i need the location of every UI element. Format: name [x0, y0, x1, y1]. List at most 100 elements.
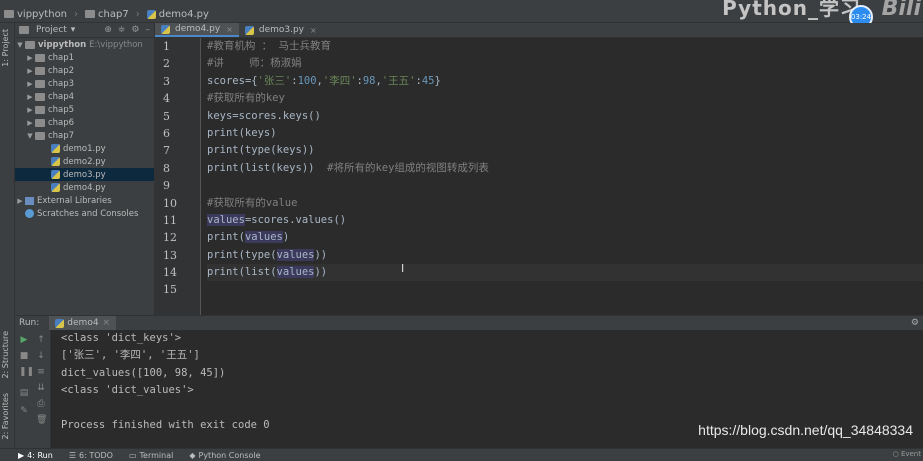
- code-editor[interactable]: 1 2 3 4 5 6 7 8 9 10 11 12 13 14 15 #教育机…: [155, 38, 923, 315]
- bottom-tab-label: Terminal: [139, 450, 174, 460]
- code-token: print(keys): [207, 126, 277, 139]
- code-line[interactable]: print(keys): [207, 125, 923, 142]
- line-number-gutter: 1 2 3 4 5 6 7 8 9 10 11 12 13 14 15: [155, 38, 201, 315]
- bottom-tab-run[interactable]: ▶ 4: Run: [18, 451, 53, 460]
- tree-folder-chap6[interactable]: ▶ chap6: [15, 116, 154, 129]
- code-line[interactable]: scores={'张三':100,'李四':98,'王五':45}: [207, 73, 923, 90]
- project-tool-tab[interactable]: 1: Project: [1, 29, 10, 67]
- code-line[interactable]: #教育机构 ： 马士兵教育: [207, 38, 923, 55]
- collapsed-arrow-icon[interactable]: ▶: [15, 197, 25, 205]
- event-log-button[interactable]: ○ Event: [893, 450, 921, 458]
- gear-icon[interactable]: ⚙: [131, 25, 139, 35]
- hide-icon[interactable]: –: [146, 25, 151, 35]
- expand-arrow-icon[interactable]: ▼: [25, 132, 35, 140]
- tree-root[interactable]: ▼ vippython E:\vippython: [15, 38, 154, 51]
- folder-icon: [35, 105, 45, 114]
- code-line-current[interactable]: print(list(values)): [207, 264, 923, 282]
- tree-file-demo1[interactable]: demo1.py: [15, 142, 154, 155]
- gear-icon[interactable]: ⚙: [911, 318, 919, 328]
- tree-file-demo2[interactable]: demo2.py: [15, 155, 154, 168]
- structure-tool-tab[interactable]: 2: Structure: [1, 331, 10, 379]
- python-file-icon: [51, 183, 60, 192]
- tree-external-libraries[interactable]: ▶ External Libraries: [15, 194, 154, 207]
- code-line[interactable]: print(type(values)): [207, 247, 923, 264]
- bottom-tab-python-console[interactable]: ◆ Python Console: [189, 451, 260, 460]
- library-icon: [25, 196, 34, 205]
- bottom-tab-terminal[interactable]: ▭ Terminal: [129, 451, 173, 460]
- soft-wrap-icon[interactable]: ≡: [36, 367, 46, 377]
- python-console-icon: ◆: [189, 450, 196, 460]
- close-icon[interactable]: ×: [226, 25, 233, 34]
- locate-icon[interactable]: ⊕: [104, 25, 112, 35]
- nav-folder[interactable]: chap7: [85, 9, 129, 20]
- collapsed-arrow-icon[interactable]: ▶: [25, 106, 35, 114]
- tree-folder-chap1[interactable]: ▶ chap1: [15, 51, 154, 64]
- folder-icon: [35, 118, 45, 127]
- code-line[interactable]: values=scores.values(): [207, 212, 923, 229]
- nav-file[interactable]: demo4.py: [146, 9, 209, 20]
- code-line[interactable]: print(type(keys)): [207, 142, 923, 159]
- collapse-icon[interactable]: ≑: [118, 25, 126, 35]
- close-icon[interactable]: ×: [310, 26, 317, 35]
- number-literal: 100: [297, 74, 317, 87]
- python-file-icon: [51, 170, 60, 179]
- code-line[interactable]: print(list(keys)) #将所有的key组成的视图转成列表: [207, 160, 923, 177]
- code-line[interactable]: [207, 177, 923, 194]
- code-line[interactable]: #获取所有的key: [207, 90, 923, 107]
- tree-folder-chap7[interactable]: ▼ chap7: [15, 129, 154, 142]
- code-lines[interactable]: #教育机构 ： 马士兵教育 #讲 师：杨淑娟 scores={'张三':100,…: [207, 38, 923, 299]
- code-line[interactable]: print(values): [207, 229, 923, 246]
- print-icon[interactable]: ⎙: [36, 399, 46, 409]
- collapsed-arrow-icon[interactable]: ▶: [25, 67, 35, 75]
- nav-project[interactable]: vippython: [4, 9, 67, 20]
- pin-icon[interactable]: ✎: [19, 406, 29, 416]
- video-title-overlay: Python_学习: [722, 0, 861, 20]
- collapsed-arrow-icon[interactable]: ▶: [25, 80, 35, 88]
- chevron-down-icon[interactable]: ▾: [71, 25, 76, 35]
- bottom-tool-bar: ▶ 4: Run ☰ 6: TODO ▭ Terminal ◆ Python Conso…: [0, 448, 923, 461]
- code-token: }: [434, 74, 441, 87]
- tree-file-demo4[interactable]: demo4.py: [15, 181, 154, 194]
- scroll-to-end-icon[interactable]: ⇊: [36, 383, 46, 393]
- stop-icon[interactable]: ■: [19, 351, 29, 361]
- tree-folder-chap2[interactable]: ▶ chap2: [15, 64, 154, 77]
- nav-file-label: demo4.py: [158, 9, 209, 20]
- tree-file-demo3[interactable]: demo3.py: [15, 168, 154, 181]
- run-tab-demo4[interactable]: demo4 ×: [49, 315, 117, 331]
- arrow-up-icon[interactable]: ↑: [36, 335, 46, 345]
- tree-scratches[interactable]: Scratches and Consoles: [15, 207, 154, 220]
- code-line[interactable]: keys=scores.keys(): [207, 108, 923, 125]
- comment: #获取所有的key: [207, 92, 285, 105]
- project-view-selector[interactable]: Project: [36, 25, 67, 35]
- tree-root-label: vippython: [38, 39, 87, 50]
- highlighted-identifier: values: [276, 248, 315, 261]
- breadcrumb-separator: ›: [74, 9, 79, 20]
- code-line[interactable]: #讲 师：杨淑娟: [207, 55, 923, 72]
- code-token: =scores.values(): [244, 213, 347, 226]
- tab-demo3[interactable]: demo3.py ×: [239, 23, 323, 37]
- tree-folder-chap4[interactable]: ▶ chap4: [15, 90, 154, 103]
- layout-icon[interactable]: ▤: [19, 388, 29, 398]
- line-number: 2: [163, 57, 170, 71]
- expand-arrow-icon[interactable]: ▼: [15, 41, 25, 49]
- trash-icon[interactable]: 🗑: [36, 415, 47, 425]
- mouse-ibeam-cursor: Ⅰ: [401, 262, 405, 275]
- favorites-tool-tab[interactable]: 2: Favorites: [1, 393, 10, 439]
- code-line[interactable]: [207, 281, 923, 298]
- pause-icon[interactable]: ❚❚: [19, 367, 34, 377]
- string-literal: '王五': [381, 74, 416, 87]
- collapsed-arrow-icon[interactable]: ▶: [25, 119, 35, 127]
- code-line[interactable]: #获取所有的value: [207, 195, 923, 212]
- collapsed-arrow-icon[interactable]: ▶: [25, 54, 35, 62]
- tree-folder-chap3[interactable]: ▶ chap3: [15, 77, 154, 90]
- bottom-tab-todo[interactable]: ☰ 6: TODO: [69, 451, 113, 460]
- run-console-output[interactable]: <class 'dict_keys'> ['张三', '李四', '王五'] d…: [51, 330, 923, 448]
- collapsed-arrow-icon[interactable]: ▶: [25, 93, 35, 101]
- tree-folder-label: chap7: [48, 130, 75, 141]
- arrow-down-icon[interactable]: ↓: [36, 351, 46, 361]
- close-icon[interactable]: ×: [103, 318, 111, 328]
- tree-folder-chap5[interactable]: ▶ chap5: [15, 103, 154, 116]
- tab-demo4[interactable]: demo4.py ×: [155, 23, 239, 37]
- code-token: )): [314, 266, 328, 279]
- rerun-icon[interactable]: ▶: [19, 335, 29, 345]
